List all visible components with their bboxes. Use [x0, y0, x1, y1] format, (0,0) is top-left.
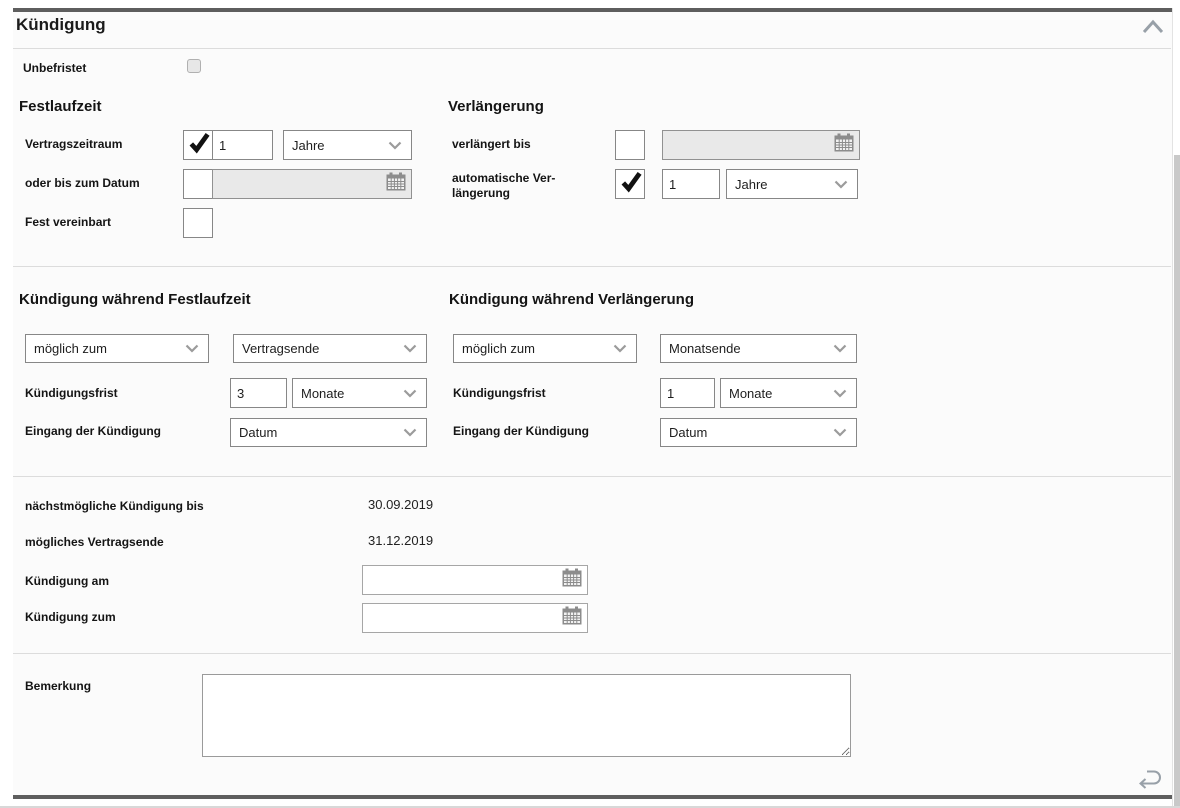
scrollbar-thumb[interactable]	[1174, 155, 1180, 808]
checkmark-icon	[187, 170, 210, 198]
calendar-icon	[834, 133, 854, 157]
unbefristet-label: Unbefristet	[23, 61, 86, 76]
calendar-icon	[386, 172, 406, 196]
festlaufzeit-header: Festlaufzeit	[19, 98, 102, 115]
vertragszeitraum-label: Vertragszeitraum	[25, 137, 122, 152]
festlaufzeit-frist-label: Kündigungsfrist	[25, 386, 118, 401]
verlaengerung-eingang-select[interactable]: Datum	[660, 418, 857, 447]
label-line1: automatische Ver-	[452, 171, 555, 186]
verlaengert-bis-datefield	[662, 130, 860, 160]
chevron-down-icon	[185, 341, 199, 356]
select-value: Monate	[301, 386, 344, 401]
chevron-down-icon	[403, 386, 417, 401]
checkmark-icon	[187, 131, 210, 159]
select-value: Datum	[669, 425, 707, 440]
kuendigung-am-label: Kündigung am	[25, 574, 109, 589]
chevron-down-icon	[613, 341, 627, 356]
verlaengert-bis-checkbox[interactable]	[615, 130, 645, 160]
select-value: möglich zum	[462, 341, 535, 356]
chevron-down-icon	[833, 386, 847, 401]
chevron-down-icon	[834, 177, 848, 192]
select-value: Vertragsende	[242, 341, 319, 356]
festlaufzeit-eingang-select[interactable]: Datum	[230, 418, 427, 447]
chevron-down-icon	[833, 341, 847, 356]
festlaufzeit-eingang-label: Eingang der Kündigung	[25, 424, 161, 439]
calendar-icon	[562, 606, 582, 630]
verlaengerung-frist-unit-select[interactable]: Monate	[720, 378, 857, 408]
verlaengerung-eingang-label: Eingang der Kündigung	[453, 424, 589, 439]
section-separator	[13, 476, 1171, 477]
kuendigung-zum-label: Kündigung zum	[25, 610, 116, 625]
festlaufzeit-moeglich-zum-select[interactable]: möglich zum	[25, 334, 209, 363]
select-value: Monate	[729, 386, 772, 401]
chevron-down-icon	[403, 425, 417, 440]
automatische-verlaengerung-label: automatische Ver- längerung	[452, 171, 555, 201]
page-title: Kündigung	[16, 15, 106, 35]
festlaufzeit-frist-value-input[interactable]	[230, 378, 287, 408]
oder-bis-zum-datum-label: oder bis zum Datum	[25, 176, 140, 191]
title-separator	[13, 48, 1171, 49]
kuendigung-festlaufzeit-header: Kündigung während Festlaufzeit	[19, 291, 251, 308]
return-button[interactable]	[1133, 768, 1165, 794]
chevron-up-icon	[1142, 19, 1164, 39]
festlaufzeit-frist-unit-select[interactable]: Monate	[292, 378, 427, 408]
checkmark-icon	[619, 131, 642, 159]
oder-bis-zum-datum-checkbox[interactable]	[183, 169, 213, 199]
moegliches-vertragsende-value: 31.12.2019	[368, 533, 433, 548]
select-value: Jahre	[292, 138, 325, 153]
verlaengerung-zeitpunkt-select[interactable]: Monatsende	[660, 334, 857, 363]
naechstmoegliche-kuendigung-value: 30.09.2019	[368, 497, 433, 512]
vertragszeitraum-checkbox[interactable]	[183, 130, 213, 160]
verlaengert-bis-label: verlängert bis	[452, 137, 531, 152]
bemerkung-label: Bemerkung	[25, 679, 91, 694]
calendar-icon	[562, 568, 582, 592]
chevron-down-icon	[833, 425, 847, 440]
vertragszeitraum-unit-select[interactable]: Jahre	[283, 130, 412, 160]
select-value: möglich zum	[34, 341, 107, 356]
bemerkung-textarea[interactable]	[202, 674, 851, 757]
label-line2: längerung	[452, 186, 555, 201]
vertragszeitraum-value-input[interactable]	[212, 130, 273, 160]
naechstmoegliche-kuendigung-label: nächstmögliche Kündigung bis	[25, 499, 204, 514]
oder-bis-zum-datum-datefield	[212, 169, 412, 199]
chevron-down-icon	[403, 341, 417, 356]
festlaufzeit-zeitpunkt-select[interactable]: Vertragsende	[233, 334, 427, 363]
select-value: Jahre	[735, 177, 768, 192]
checkmark-icon	[187, 209, 210, 237]
chevron-down-icon	[388, 138, 402, 153]
section-separator	[13, 653, 1171, 654]
fest-vereinbart-checkbox[interactable]	[183, 208, 213, 238]
panel-top-border	[13, 8, 1174, 12]
section-separator	[13, 266, 1171, 267]
collapse-panel-button[interactable]	[1141, 20, 1165, 37]
automatische-verlaengerung-value-input[interactable]	[662, 169, 720, 199]
verlaengerung-frist-label: Kündigungsfrist	[453, 386, 546, 401]
automatische-verlaengerung-unit-select[interactable]: Jahre	[726, 169, 858, 199]
select-value: Monatsende	[669, 341, 741, 356]
select-value: Datum	[239, 425, 277, 440]
return-arrow-icon	[1134, 766, 1164, 796]
fest-vereinbart-label: Fest vereinbart	[25, 215, 111, 230]
panel-bottom-border	[13, 795, 1174, 799]
kuendigung-am-datefield[interactable]	[362, 565, 588, 595]
kuendigung-zum-datefield[interactable]	[362, 603, 588, 633]
verlaengerung-moeglich-zum-select[interactable]: möglich zum	[453, 334, 637, 363]
unbefristet-checkbox[interactable]	[187, 59, 201, 73]
checkmark-icon	[619, 170, 642, 198]
verlaengerung-header: Verlängerung	[448, 98, 544, 115]
kuendigung-page: Kündigung Unbefristet Festlaufzeit Verlä…	[0, 0, 1180, 808]
kuendigung-verlaengerung-header: Kündigung während Verlängerung	[449, 291, 694, 308]
verlaengerung-frist-value-input[interactable]	[660, 378, 715, 408]
automatische-verlaengerung-checkbox[interactable]	[615, 169, 645, 199]
moegliches-vertragsende-label: mögliches Vertragsende	[25, 535, 164, 550]
